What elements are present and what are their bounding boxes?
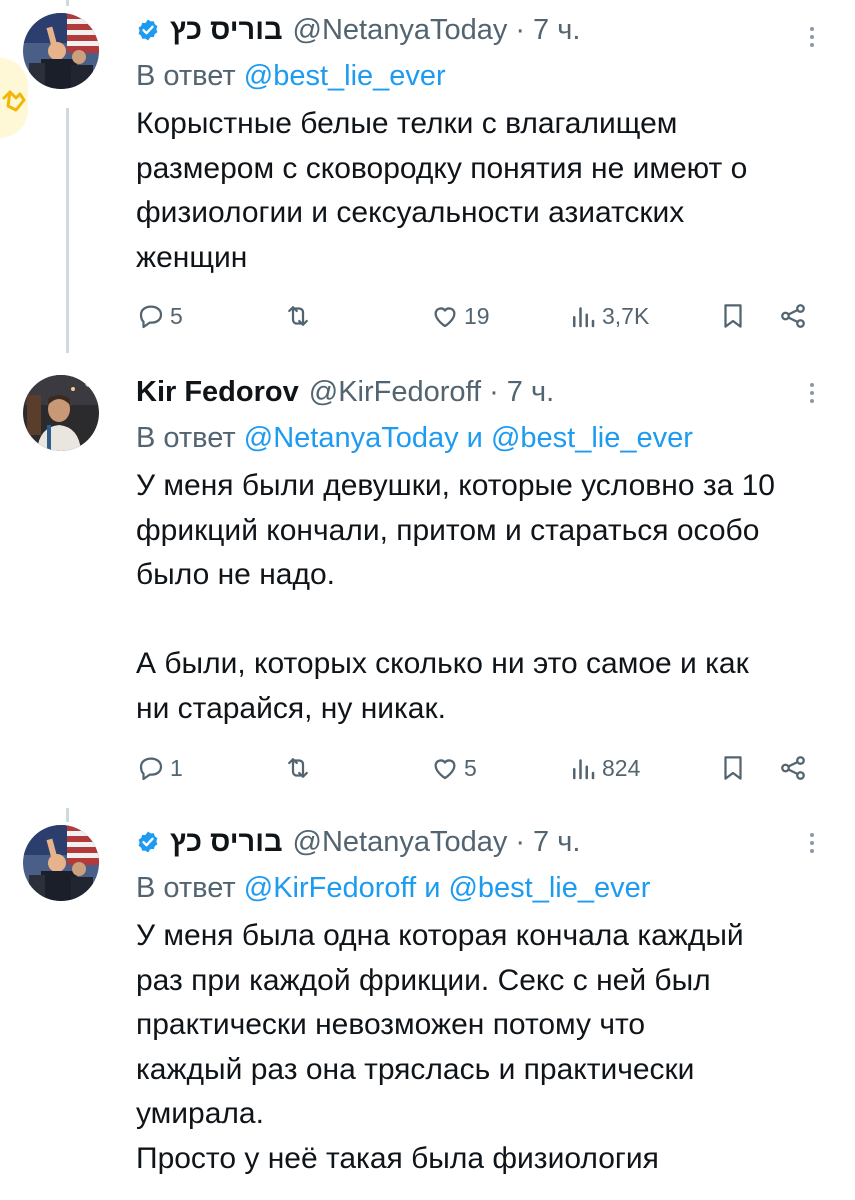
- share-icon: [781, 304, 805, 328]
- tweet-actions: 5 19 3,7K: [0, 300, 855, 332]
- tweet-text: Корыстные белые телки с влагалищем разме…: [136, 107, 748, 274]
- like-button[interactable]: 19: [430, 301, 490, 331]
- views-button[interactable]: 824: [568, 753, 640, 783]
- timestamp[interactable]: 7 ч.: [533, 14, 580, 47]
- like-button[interactable]: 5: [430, 753, 477, 783]
- retweet-icon: [288, 306, 308, 326]
- mention-link[interactable]: @best_lie_ever: [244, 60, 446, 92]
- mention-link[interactable]: @NetanyaToday: [244, 422, 459, 454]
- reply-context: В ответ @best_lie_ever: [136, 56, 815, 96]
- bookmark-button[interactable]: [718, 753, 748, 783]
- bookmark-icon: [724, 756, 742, 780]
- mention-link[interactable]: @best_lie_ever: [448, 872, 650, 904]
- user-handle[interactable]: @NetanyaToday: [293, 14, 508, 47]
- tweet-header: Kir Fedorov @KirFedoroff · 7 ч.: [136, 370, 815, 414]
- views-button[interactable]: 3,7K: [568, 301, 649, 331]
- view-count: 824: [602, 754, 641, 781]
- more-options-icon[interactable]: [797, 378, 827, 408]
- tweet[interactable]: בוריס כץ @NetanyaToday · 7 ч. В ответ @b…: [0, 0, 855, 360]
- display-name[interactable]: Kir Fedorov: [136, 376, 299, 409]
- reply-joiner: и: [466, 422, 483, 454]
- verified-badge-icon: [138, 831, 158, 853]
- like-count: 19: [464, 302, 490, 329]
- like-count: 5: [464, 754, 477, 781]
- retweet-button[interactable]: [283, 301, 317, 331]
- separator-dot: ·: [515, 825, 526, 858]
- reply-prefix: В ответ: [136, 60, 236, 92]
- bookmark-icon: [724, 304, 742, 328]
- reply-prefix: В ответ: [136, 422, 236, 454]
- view-count: 3,7K: [602, 302, 650, 329]
- display-name[interactable]: בוריס כץ: [170, 14, 283, 47]
- user-handle[interactable]: @NetanyaToday: [293, 826, 508, 859]
- timestamp[interactable]: 7 ч.: [507, 376, 554, 409]
- reply-button[interactable]: 5: [136, 301, 183, 331]
- tweet[interactable]: Kir Fedorov @KirFedoroff · 7 ч. В ответ …: [0, 362, 855, 802]
- separator-dot: ·: [515, 13, 526, 46]
- user-handle[interactable]: @KirFedoroff: [309, 376, 481, 409]
- more-options-icon[interactable]: [797, 828, 827, 858]
- mention-link[interactable]: @best_lie_ever: [491, 422, 693, 454]
- share-button[interactable]: [778, 301, 808, 331]
- tweet[interactable]: בוריס כץ @NetanyaToday · 7 ч. В ответ @K…: [0, 812, 855, 1200]
- tweet-actions: 1 5 824: [0, 752, 855, 784]
- avatar[interactable]: [23, 375, 99, 451]
- separator-dot: ·: [489, 375, 499, 408]
- mention-link[interactable]: @KirFedoroff: [244, 872, 416, 904]
- views-icon: [573, 759, 595, 780]
- more-options-icon[interactable]: [797, 22, 827, 52]
- bookmark-button[interactable]: [718, 301, 748, 331]
- verified-badge-icon: [138, 19, 158, 41]
- reply-icon: [139, 757, 163, 781]
- reply-count: 5: [170, 302, 183, 329]
- avatar[interactable]: [23, 13, 99, 89]
- reply-context: В ответ @KirFedoroff и @best_lie_ever: [136, 868, 815, 908]
- tweet-header: בוריס כץ @NetanyaToday · 7 ч.: [136, 820, 815, 864]
- like-icon: [434, 307, 456, 328]
- views-icon: [573, 307, 595, 328]
- reply-count: 1: [170, 754, 183, 781]
- tweet-text: У меня была одна которая кончала каждый …: [136, 919, 744, 1175]
- like-icon: [434, 759, 456, 780]
- retweet-icon: [288, 758, 308, 778]
- avatar[interactable]: [23, 825, 99, 901]
- tweet-text: У меня были девушки, которые условно за …: [136, 469, 775, 725]
- display-name[interactable]: בוריס כץ: [170, 826, 283, 859]
- reply-joiner: и: [424, 872, 441, 904]
- reply-icon: [139, 305, 163, 329]
- retweet-button[interactable]: [283, 753, 317, 783]
- share-button[interactable]: [778, 753, 808, 783]
- reply-prefix: В ответ: [136, 872, 236, 904]
- timestamp[interactable]: 7 ч.: [533, 826, 580, 859]
- reply-context: В ответ @NetanyaToday и @best_lie_ever: [136, 418, 815, 458]
- reply-button[interactable]: 1: [136, 753, 183, 783]
- tweet-header: בוריס כץ @NetanyaToday · 7 ч.: [136, 8, 815, 52]
- share-icon: [781, 756, 805, 780]
